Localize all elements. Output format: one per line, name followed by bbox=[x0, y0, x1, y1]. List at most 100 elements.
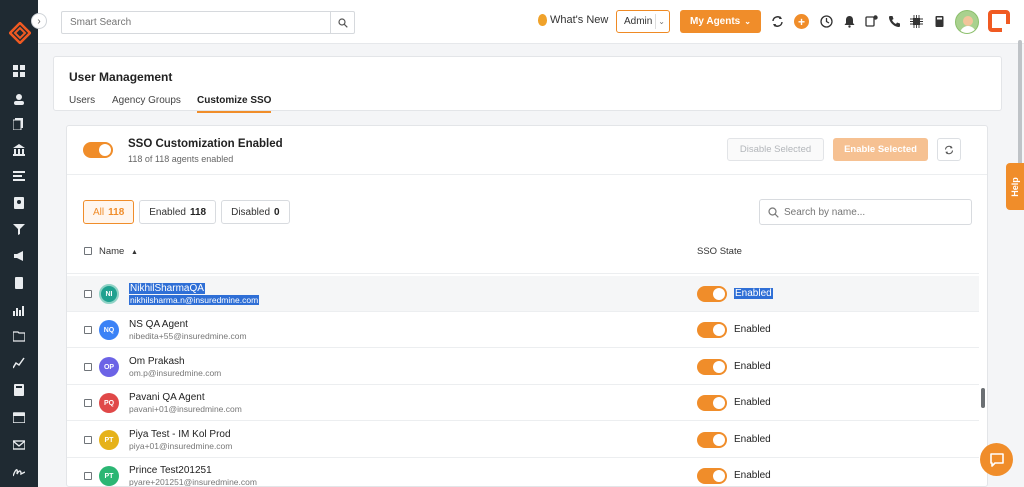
insuredmine-logo[interactable] bbox=[9, 22, 31, 44]
search-button[interactable] bbox=[330, 12, 354, 33]
agent-email: nikhilsharma.n@insuredmine.com bbox=[129, 295, 260, 305]
partial-row bbox=[67, 259, 979, 269]
role-select-value: Admin bbox=[624, 16, 653, 27]
funnel-icon[interactable] bbox=[12, 222, 26, 236]
row-checkbox[interactable] bbox=[84, 399, 92, 407]
filter-disabled[interactable]: Disabled 0 bbox=[221, 200, 290, 224]
chip-icon[interactable] bbox=[909, 14, 923, 28]
add-icon[interactable]: + bbox=[794, 14, 809, 29]
tab-agency-groups[interactable]: Agency Groups bbox=[112, 95, 181, 106]
sso-master-toggle[interactable] bbox=[83, 142, 113, 158]
sort-asc-icon: ▲ bbox=[130, 249, 138, 256]
table-row[interactable]: NQ NS QA Agent nibedita+55@insuredmine.c… bbox=[67, 312, 979, 348]
table-row[interactable]: PT Prince Test201251 pyare+201251@insure… bbox=[67, 458, 979, 487]
my-agents-button[interactable]: My Agents ⌄ bbox=[680, 10, 761, 33]
filter-all[interactable]: All 118 bbox=[83, 200, 135, 224]
filter-disabled-label: Disabled bbox=[231, 206, 271, 218]
table-row[interactable]: PQ Pavani QA Agent pavani+01@insuredmine… bbox=[67, 385, 979, 421]
page-scrollbar-thumb[interactable] bbox=[1018, 40, 1022, 170]
page-header: User Management Users Agency Groups Cust… bbox=[53, 56, 1002, 113]
sso-toggle[interactable] bbox=[697, 468, 727, 484]
column-name[interactable]: Name ▲ bbox=[99, 246, 138, 257]
tab-customize-sso[interactable]: Customize SSO bbox=[197, 95, 272, 113]
help-tab[interactable]: Help bbox=[1006, 163, 1024, 210]
page-title: User Management bbox=[69, 70, 173, 84]
agent-email: pyare+201251@insuredmine.com bbox=[129, 477, 257, 487]
reports-icon[interactable] bbox=[12, 356, 26, 370]
avatar-face bbox=[963, 16, 973, 26]
whats-new-link[interactable]: What's New bbox=[538, 14, 608, 26]
row-checkbox[interactable] bbox=[84, 290, 92, 298]
name-search-input[interactable] bbox=[784, 205, 964, 219]
sso-state: Enabled bbox=[734, 397, 771, 408]
phone-icon[interactable] bbox=[887, 14, 901, 28]
list-scrollbar[interactable] bbox=[981, 388, 985, 408]
documents-icon[interactable] bbox=[12, 117, 26, 131]
agency-icon[interactable] bbox=[12, 143, 26, 157]
flame-icon bbox=[538, 14, 547, 26]
user-avatar[interactable] bbox=[955, 10, 979, 34]
agent-avatar: NQ bbox=[99, 320, 119, 340]
mail-icon[interactable] bbox=[12, 438, 26, 452]
help-label: Help bbox=[1010, 176, 1021, 197]
sso-state: Enabled bbox=[734, 470, 771, 481]
filter-enabled[interactable]: Enabled 118 bbox=[139, 200, 217, 224]
sso-subtitle: 118 of 118 agents enabled bbox=[128, 154, 234, 164]
brand-logo[interactable] bbox=[988, 10, 1010, 32]
select-all-checkbox[interactable] bbox=[84, 247, 92, 255]
analytics-icon[interactable] bbox=[12, 303, 26, 317]
message-icon[interactable] bbox=[864, 14, 878, 28]
table-row[interactable]: OP Om Prakash om.p@insuredmine.com Enabl… bbox=[67, 349, 979, 385]
profile-card-icon[interactable] bbox=[12, 196, 26, 210]
dashboard-icon[interactable] bbox=[12, 64, 26, 78]
search-icon bbox=[768, 207, 779, 218]
list-icon[interactable] bbox=[12, 169, 26, 183]
row-checkbox[interactable] bbox=[84, 326, 92, 334]
contacts-icon[interactable] bbox=[12, 92, 26, 106]
calendar-icon[interactable] bbox=[12, 410, 26, 424]
megaphone-icon[interactable] bbox=[12, 249, 26, 263]
folder-icon[interactable] bbox=[12, 329, 26, 343]
sso-toggle[interactable] bbox=[697, 432, 727, 448]
sidebar bbox=[0, 0, 38, 487]
document-icon[interactable] bbox=[12, 276, 26, 290]
refresh-icon bbox=[944, 145, 954, 154]
agent-name: Prince Test201251 bbox=[129, 465, 212, 476]
page-scrollbar[interactable] bbox=[1018, 40, 1022, 480]
agent-avatar: OP bbox=[99, 357, 119, 377]
refresh-button[interactable] bbox=[937, 138, 961, 161]
row-checkbox[interactable] bbox=[84, 436, 92, 444]
role-select[interactable]: Admin ⌄ bbox=[616, 10, 670, 33]
table-row[interactable]: PT Piya Test - IM Kol Prod piya+01@insur… bbox=[67, 422, 979, 458]
calculator-icon[interactable] bbox=[932, 14, 946, 28]
agent-email: piya+01@insuredmine.com bbox=[129, 441, 233, 451]
enable-selected-button[interactable]: Enable Selected bbox=[833, 138, 928, 161]
agent-avatar: NI bbox=[99, 284, 119, 304]
sso-toggle[interactable] bbox=[697, 359, 727, 375]
column-sso-state: SSO State bbox=[697, 246, 742, 257]
sso-toggle[interactable] bbox=[697, 395, 727, 411]
smart-search-input[interactable] bbox=[62, 12, 330, 33]
whats-new-label: What's New bbox=[550, 14, 609, 26]
row-checkbox[interactable] bbox=[84, 363, 92, 371]
agent-email: om.p@insuredmine.com bbox=[129, 368, 222, 378]
disable-selected-button[interactable]: Disable Selected bbox=[727, 138, 824, 161]
table-row[interactable]: NI NikhilSharmaQA nikhilsharma.n@insured… bbox=[67, 276, 979, 312]
signature-icon[interactable] bbox=[12, 465, 26, 479]
agent-email: nibedita+55@insuredmine.com bbox=[129, 331, 247, 341]
sso-toggle[interactable] bbox=[697, 322, 727, 338]
calculator-icon[interactable] bbox=[12, 383, 26, 397]
row-checkbox[interactable] bbox=[84, 472, 92, 480]
agent-email: pavani+01@insuredmine.com bbox=[129, 404, 242, 414]
column-name-label: Name bbox=[99, 246, 125, 257]
sync-icon[interactable] bbox=[770, 14, 784, 28]
sso-state: Enabled bbox=[734, 288, 773, 299]
role-select-divider bbox=[655, 14, 656, 29]
sidebar-collapse-button[interactable]: › bbox=[31, 13, 47, 29]
bell-icon[interactable] bbox=[842, 14, 856, 28]
sso-toggle[interactable] bbox=[697, 286, 727, 302]
chat-button[interactable] bbox=[980, 443, 1013, 476]
tab-users[interactable]: Users bbox=[69, 95, 95, 106]
clock-icon[interactable] bbox=[819, 14, 833, 28]
agent-name: Piya Test - IM Kol Prod bbox=[129, 429, 231, 440]
